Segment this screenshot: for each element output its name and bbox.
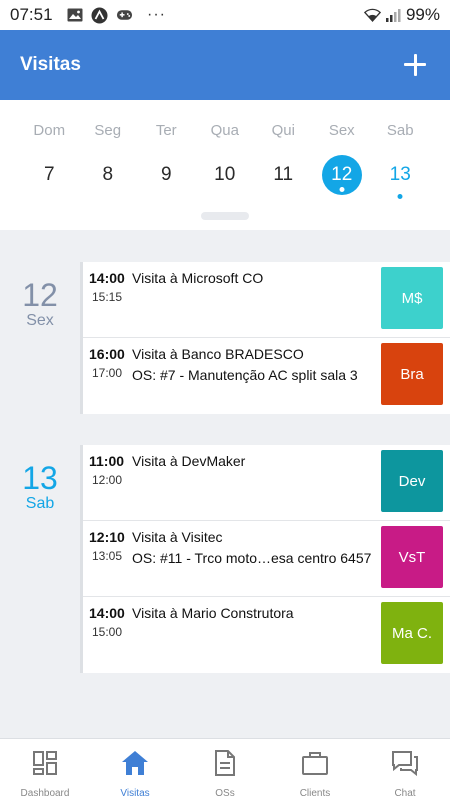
visit-start-time: 16:00 xyxy=(89,346,125,362)
visit-title: Visita à Mario Construtora xyxy=(132,605,294,621)
client-badge: Bra xyxy=(381,343,443,405)
date-cell-12-selected[interactable]: 12 xyxy=(313,155,372,195)
nav-visitas[interactable]: Visitas xyxy=(90,739,180,800)
day-label: 12 Sex xyxy=(0,278,80,330)
event-dot xyxy=(339,187,345,192)
app-icon xyxy=(91,7,108,24)
visit-end-time: 15:00 xyxy=(92,625,123,639)
weekday-label: Seg xyxy=(94,122,122,139)
date-cell-9[interactable]: 9 xyxy=(137,155,196,195)
status-time: 07:51 xyxy=(10,5,53,24)
bottom-navigation: Dashboard Visitas OSs Clients Chat xyxy=(0,738,450,800)
date-cell-8[interactable]: 8 xyxy=(79,155,138,195)
date-cell-11[interactable]: 11 xyxy=(254,155,313,195)
visit-order: OS: #7 - Manutenção AC split sala 3 xyxy=(132,367,358,383)
nav-label: OSs xyxy=(215,788,235,799)
signal-icon xyxy=(385,7,402,24)
date-number: 10 xyxy=(214,164,236,185)
visit-title: Visita à Visitec xyxy=(132,529,223,545)
visit-list: 11:00 12:00 Visita à DevMaker Dev 12:10 … xyxy=(80,445,450,673)
date-cell-10[interactable]: 10 xyxy=(196,155,255,195)
week-calendar: Dom Seg Ter Qua Qui Sex Sab 7 8 9 10 11 … xyxy=(0,100,450,230)
weekday-label: Qua xyxy=(210,122,239,139)
visit-end-time: 15:15 xyxy=(92,290,123,304)
visit-order: OS: #11 - Trco moto…esa centro 6457 xyxy=(132,550,372,566)
document-icon xyxy=(211,749,239,777)
date-number: 13 xyxy=(389,164,411,185)
nav-label: Visitas xyxy=(120,788,150,799)
visit-list: 14:00 15:15 Visita à Microsoft CO M$ 16:… xyxy=(80,262,450,414)
more-icon: ··· xyxy=(147,6,166,23)
visit-card[interactable]: 11:00 12:00 Visita à DevMaker Dev xyxy=(83,445,450,521)
visit-title: Visita à Banco BRADESCO xyxy=(132,346,304,362)
status-bar: 07:51 ··· 99% xyxy=(0,0,450,30)
visit-start-time: 12:10 xyxy=(89,529,125,545)
client-badge: M$ xyxy=(381,267,443,329)
visit-title: Visita à Microsoft CO xyxy=(132,270,264,286)
client-badge: Dev xyxy=(381,450,443,512)
visit-end-time: 13:05 xyxy=(92,549,123,563)
visit-card[interactable]: 16:00 17:00 Visita à Banco BRADESCO OS: … xyxy=(83,338,450,414)
battery-percent: 99% xyxy=(405,5,440,24)
visit-card[interactable]: 14:00 15:15 Visita à Microsoft CO M$ xyxy=(83,262,450,338)
page-title: Visitas xyxy=(20,54,81,75)
notification-icons: ··· xyxy=(66,6,166,24)
visit-title: Visita à DevMaker xyxy=(132,453,246,469)
weekday-label: Dom xyxy=(33,122,66,139)
client-badge: VsT xyxy=(381,526,443,588)
event-dot xyxy=(397,194,403,199)
game-icon xyxy=(116,7,133,24)
visit-card[interactable]: 12:10 13:05 Visita à Visitec OS: #11 - T… xyxy=(83,521,450,597)
nav-label: Clients xyxy=(299,788,331,799)
visit-start-time: 14:00 xyxy=(89,605,125,621)
date-number: 8 xyxy=(102,164,114,185)
date-number: 12 xyxy=(331,164,353,185)
dashboard-icon xyxy=(31,749,59,777)
nav-oss[interactable]: OSs xyxy=(180,739,270,800)
home-icon xyxy=(121,749,149,777)
nav-clients[interactable]: Clients xyxy=(270,739,360,800)
visit-end-time: 12:00 xyxy=(92,473,123,487)
day-label: 13 Sab xyxy=(0,461,80,513)
visit-end-time: 17:00 xyxy=(92,366,123,380)
nav-dashboard[interactable]: Dashboard xyxy=(0,739,90,800)
nav-label: Chat xyxy=(394,788,416,799)
app-header: Visitas xyxy=(0,30,450,100)
add-visit-button[interactable] xyxy=(400,50,430,80)
date-number: 11 xyxy=(273,164,294,185)
chat-icon xyxy=(391,749,419,777)
day-name: Sex xyxy=(26,312,54,329)
wifi-icon xyxy=(363,7,381,24)
client-badge: Ma C. xyxy=(381,602,443,664)
date-row: 7 8 9 10 11 12 13 xyxy=(20,155,430,199)
visit-card[interactable]: 14:00 15:00 Visita à Mario Construtora M… xyxy=(83,597,450,673)
date-number: 9 xyxy=(160,164,172,185)
weekday-label: Qui xyxy=(271,122,295,139)
day-number: 12 xyxy=(22,277,58,313)
visit-start-time: 14:00 xyxy=(89,270,125,286)
date-cell-7[interactable]: 7 xyxy=(20,155,79,195)
weekday-label: Sex xyxy=(328,122,355,139)
image-icon xyxy=(66,7,83,24)
calendar-drag-handle[interactable] xyxy=(201,212,249,220)
weekday-label: Sab xyxy=(386,122,414,139)
nav-label: Dashboard xyxy=(20,788,70,799)
visit-start-time: 11:00 xyxy=(89,453,125,469)
date-number: 7 xyxy=(43,164,55,185)
day-number: 13 xyxy=(22,460,58,496)
nav-chat[interactable]: Chat xyxy=(360,739,450,800)
date-cell-13[interactable]: 13 xyxy=(371,155,430,199)
weekday-label: Ter xyxy=(155,122,177,139)
briefcase-icon xyxy=(301,749,329,777)
weekday-row: Dom Seg Ter Qua Qui Sex Sab xyxy=(20,122,430,139)
status-right: 99% xyxy=(363,5,440,25)
day-name: Sab xyxy=(25,495,55,512)
